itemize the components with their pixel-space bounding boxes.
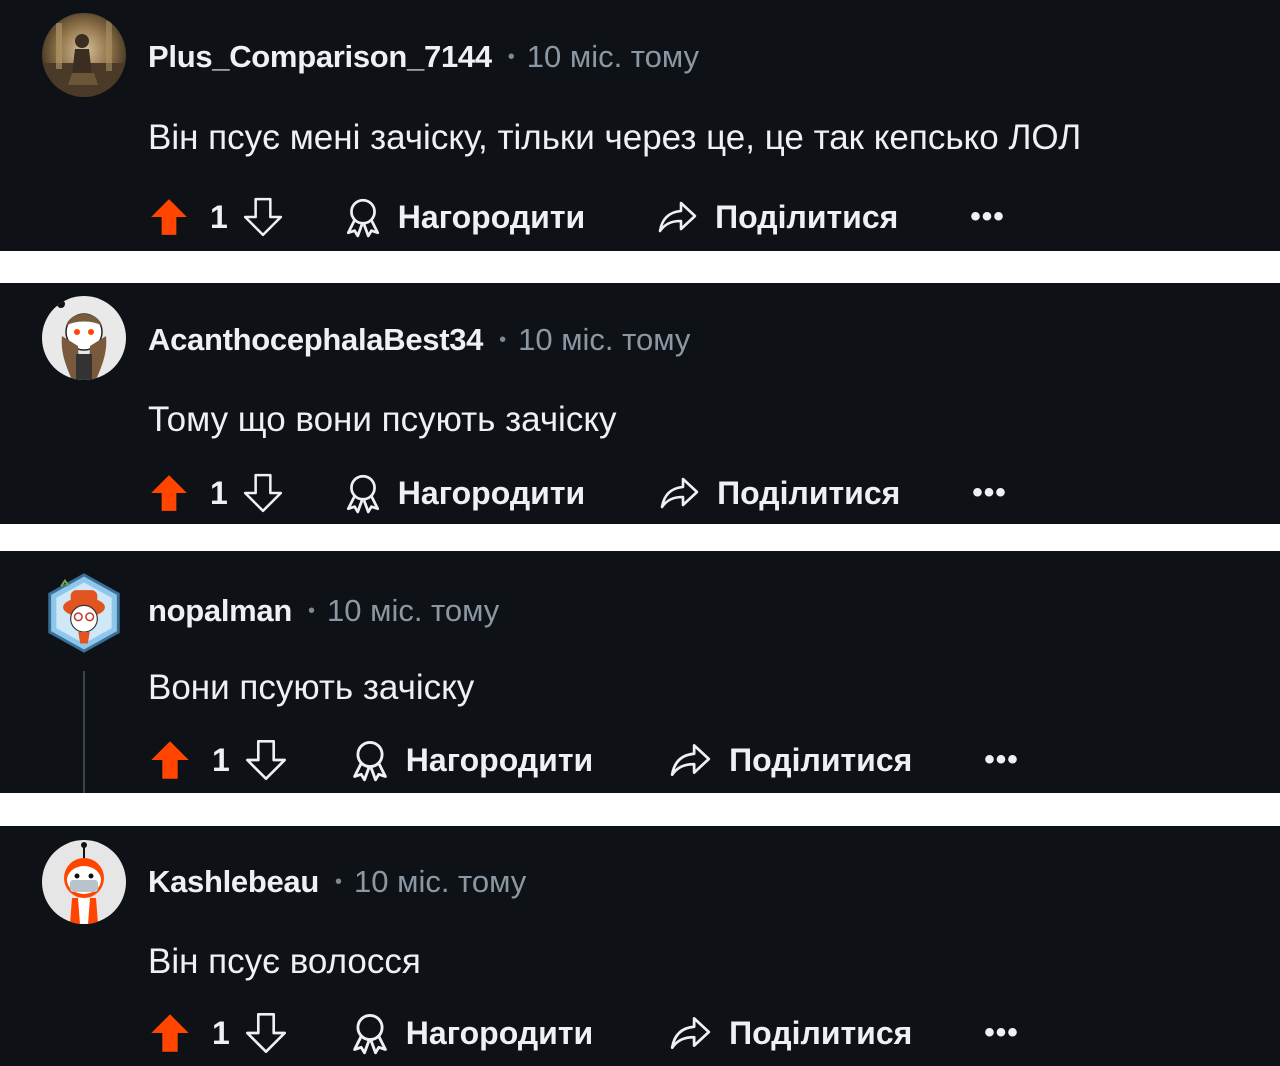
vote-group: 1 xyxy=(148,1011,288,1055)
timestamp[interactable]: 10 міс. тому xyxy=(527,39,699,75)
vote-group: 1 xyxy=(148,472,284,514)
username[interactable]: AcanthocephalaBest34 xyxy=(148,322,483,358)
comment-header: AcanthocephalaBest34 • 10 міс. тому xyxy=(148,320,690,360)
comment-card: Plus_Comparison_7144 • 10 міс. тому Він … xyxy=(0,0,1280,251)
award-button[interactable]: Нагородити xyxy=(344,196,585,238)
award-label: Нагородити xyxy=(397,474,586,511)
separator-dot: • xyxy=(335,870,343,893)
share-button[interactable]: Поділитися xyxy=(657,197,898,237)
upvote-icon[interactable] xyxy=(148,472,190,514)
more-options-button[interactable]: ••• xyxy=(984,745,1019,775)
more-dots-icon: ••• xyxy=(984,1016,1019,1049)
comment-actions: 1 Нагородити Поділитися ••• xyxy=(148,470,1007,516)
award-button[interactable]: Нагородити xyxy=(350,738,593,782)
downvote-icon[interactable] xyxy=(244,1011,288,1055)
award-icon xyxy=(346,474,379,514)
separator-dot: • xyxy=(507,45,515,68)
comment-header: Kashlebeau • 10 міс. тому xyxy=(148,862,526,902)
share-label: Поділитися xyxy=(715,198,899,235)
avatar-image xyxy=(42,13,126,97)
upvote-icon[interactable] xyxy=(148,1011,192,1055)
comment-header: Plus_Comparison_7144 • 10 міс. тому xyxy=(148,37,699,77)
award-label: Нагородити xyxy=(405,741,594,778)
upvote-icon[interactable] xyxy=(148,196,190,238)
share-label: Поділитися xyxy=(729,1014,913,1051)
more-dots-icon: ••• xyxy=(984,743,1019,776)
avatar[interactable] xyxy=(44,573,124,653)
vote-score: 1 xyxy=(212,1014,230,1051)
more-dots-icon: ••• xyxy=(972,476,1007,509)
award-button[interactable]: Нагородити xyxy=(350,1011,593,1055)
downvote-icon[interactable] xyxy=(242,472,284,514)
comment-card: AcanthocephalaBest34 • 10 міс. тому Тому… xyxy=(0,283,1280,524)
comment-actions: 1 Нагородити Поділитися ••• xyxy=(148,194,1005,240)
downvote-icon[interactable] xyxy=(244,738,288,782)
username[interactable]: Plus_Comparison_7144 xyxy=(148,39,492,75)
comment-header: nopalman • 10 міс. тому xyxy=(148,591,499,631)
timestamp[interactable]: 10 міс. тому xyxy=(354,864,526,900)
username[interactable]: nopalman xyxy=(148,593,292,629)
vote-score: 1 xyxy=(210,474,228,511)
vote-group: 1 xyxy=(148,196,284,238)
comment-text: Він псує мені зачіску, тільки через це, … xyxy=(148,118,1082,157)
award-label: Нагородити xyxy=(405,1014,594,1051)
vote-score: 1 xyxy=(210,198,228,235)
share-label: Поділитися xyxy=(717,474,901,511)
share-icon xyxy=(670,743,711,777)
award-button[interactable]: Нагородити xyxy=(344,472,585,514)
timestamp[interactable]: 10 міс. тому xyxy=(518,322,690,358)
comment-card: nopalman • 10 міс. тому Вони псують зачі… xyxy=(0,551,1280,793)
comment-text: Тому що вони псують зачіску xyxy=(148,400,617,439)
vote-group: 1 xyxy=(148,738,288,782)
award-icon xyxy=(352,1013,387,1055)
timestamp[interactable]: 10 міс. тому xyxy=(327,593,499,629)
avatar-image xyxy=(42,296,126,380)
award-icon xyxy=(346,198,379,238)
share-icon xyxy=(660,477,699,509)
thread-line[interactable] xyxy=(83,671,85,793)
avatar[interactable] xyxy=(42,13,126,97)
upvote-icon[interactable] xyxy=(148,738,192,782)
award-label: Нагородити xyxy=(397,198,586,235)
avatar[interactable] xyxy=(42,296,126,380)
share-icon xyxy=(658,201,697,233)
more-dots-icon: ••• xyxy=(970,200,1005,233)
avatar-image xyxy=(48,573,120,653)
username[interactable]: Kashlebeau xyxy=(148,864,319,900)
share-button[interactable]: Поділитися xyxy=(669,739,912,781)
downvote-icon[interactable] xyxy=(242,196,284,238)
comment-text: Він псує волосся xyxy=(148,942,421,981)
share-button[interactable]: Поділитися xyxy=(659,473,900,513)
share-button[interactable]: Поділитися xyxy=(669,1012,912,1054)
more-options-button[interactable]: ••• xyxy=(970,202,1005,232)
more-options-button[interactable]: ••• xyxy=(984,1018,1019,1048)
share-icon xyxy=(670,1016,711,1050)
avatar[interactable] xyxy=(42,840,126,924)
comment-actions: 1 Нагородити Поділитися ••• xyxy=(148,1010,1019,1056)
award-icon xyxy=(352,740,387,782)
comment-card: Kashlebeau • 10 міс. тому Він псує волос… xyxy=(0,826,1280,1066)
more-options-button[interactable]: ••• xyxy=(972,478,1007,508)
comment-text: Вони псують зачіску xyxy=(148,668,475,707)
comment-actions: 1 Нагородити Поділитися ••• xyxy=(148,737,1019,783)
vote-score: 1 xyxy=(212,741,230,778)
share-label: Поділитися xyxy=(729,741,913,778)
separator-dot: • xyxy=(499,328,507,351)
avatar-image xyxy=(42,840,126,924)
separator-dot: • xyxy=(308,599,316,622)
